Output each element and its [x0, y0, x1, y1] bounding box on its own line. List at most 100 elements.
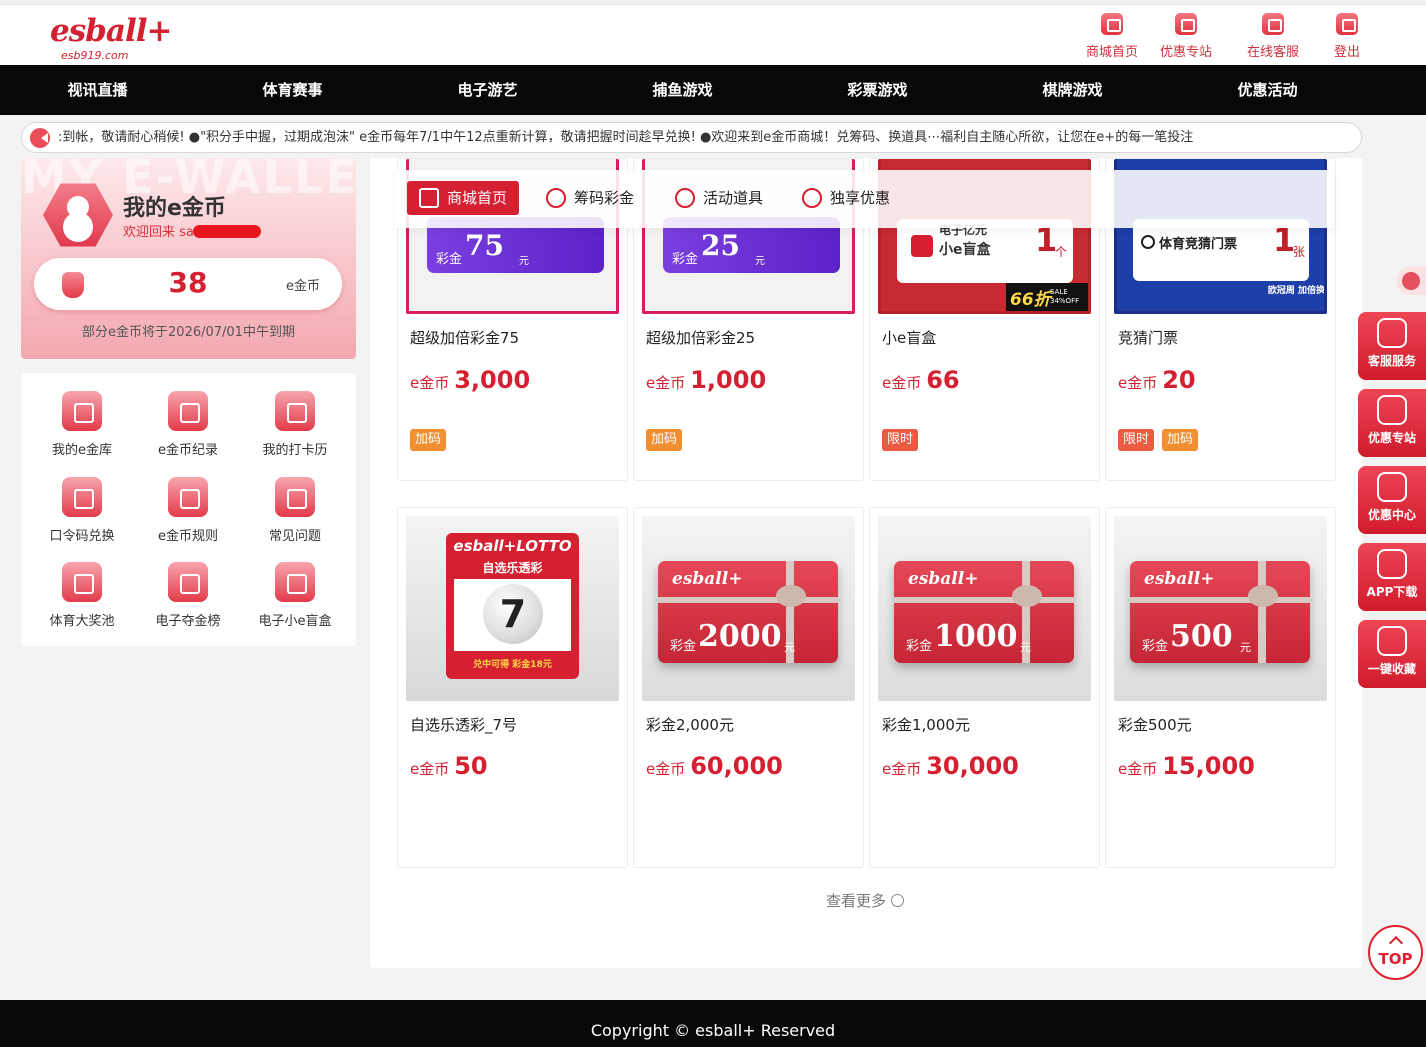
nav-home-label: 商城首页	[1086, 45, 1139, 60]
voucher-label: 彩金	[436, 252, 463, 267]
product-tags: 限时 加码	[1118, 429, 1199, 451]
bow-icon	[1248, 585, 1278, 607]
menu-checkin-calendar[interactable]: 我的打卡历	[241, 391, 349, 458]
menu-coin-rules[interactable]: e金币规则	[134, 477, 242, 544]
gift-card-graphic: esball+ 彩金 1000 元	[894, 561, 1074, 663]
product-tags: 加码	[646, 429, 683, 451]
menu-label: e金币规则	[158, 529, 218, 544]
nav-support-label: 在线客服	[1247, 45, 1300, 60]
voucher-label: 彩金	[672, 252, 699, 267]
gift-unit: 元	[784, 641, 795, 654]
main-nav-cards[interactable]: 棋牌游戏	[975, 65, 1170, 115]
nav-home[interactable]: 商城首页	[1086, 13, 1138, 60]
shop-tabs: 商城首页 筹码彩金 活动道具 独享优惠	[395, 170, 1335, 228]
tag-bonus: 加码	[646, 429, 683, 451]
qa-icon	[275, 477, 315, 517]
see-more-label: 查看更多	[826, 892, 887, 910]
tab-exclusive-offers[interactable]: 独享优惠	[790, 181, 902, 215]
vault-icon	[62, 391, 102, 431]
price-unit: e金币	[1118, 374, 1158, 392]
nav-logout[interactable]: 登出	[1334, 13, 1360, 60]
price-unit: e金币	[1118, 760, 1158, 778]
voucher-unit: 元	[519, 256, 529, 267]
balance-box: 38 e金币	[34, 258, 342, 310]
back-to-top-button[interactable]: TOP	[1368, 925, 1423, 980]
welcome-text: 欢迎回来 sa	[123, 225, 194, 240]
side-label: 客服服务	[1367, 354, 1416, 368]
side-promo-center[interactable]: 优惠中心	[1358, 466, 1426, 534]
side-label: 优惠专站	[1367, 431, 1416, 445]
diamond-icon	[675, 188, 695, 208]
menu-blind-box[interactable]: 电子小e盲盒	[241, 562, 349, 629]
product-name: 彩金500元	[1118, 716, 1192, 734]
menu-code-redeem[interactable]: 口令码兑换	[28, 477, 136, 544]
side-promo-station[interactable]: 优惠专站	[1358, 389, 1426, 457]
side-bookmark[interactable]: 一键收藏	[1358, 620, 1426, 688]
product-card[interactable]: esball+LOTTO 自选乐透彩 7 兑中可得 彩金18元 自选乐透彩_7号…	[397, 507, 628, 868]
ribbon	[894, 597, 1074, 603]
home-icon	[419, 188, 439, 208]
price-value: 50	[454, 752, 488, 780]
main-nav-sports[interactable]: 体育赛事	[195, 65, 390, 115]
main-nav-lottery[interactable]: 彩票游戏	[780, 65, 975, 115]
calendar-icon	[275, 391, 315, 431]
product-name: 超级加倍彩金75	[410, 329, 520, 347]
lotto-title: 自选乐透彩	[482, 561, 543, 575]
product-price: e金币 3,000	[410, 366, 530, 394]
tab-chip-bonus[interactable]: 筹码彩金	[534, 181, 646, 215]
nav-support[interactable]: 在线客服	[1247, 13, 1299, 60]
product-name: 竞猜门票	[1118, 329, 1179, 347]
price-unit: e金币	[882, 760, 922, 778]
menu-faq[interactable]: 常见问题	[241, 477, 349, 544]
bow-icon	[1012, 585, 1042, 607]
menu-label: 我的e金库	[52, 443, 112, 458]
lotto-ticket: esball+LOTTO 自选乐透彩 7 兑中可得 彩金18元	[446, 533, 579, 679]
price-unit: e金币	[410, 760, 450, 778]
main-nav-fishing[interactable]: 捕鱼游戏	[585, 65, 780, 115]
lotto-window: 7	[454, 579, 571, 651]
nav-promo[interactable]: 优惠专站	[1160, 13, 1212, 60]
side-label: 优惠中心	[1367, 508, 1416, 522]
product-tags: 加码	[410, 429, 447, 451]
price-unit: e金币	[646, 374, 686, 392]
main-nav-slots[interactable]: 电子游艺	[390, 65, 585, 115]
logo[interactable]: esball+ esb919.com	[50, 13, 172, 62]
sale-text: 66折	[1010, 290, 1051, 310]
gift-card-graphic: esball+ 彩金 2000 元	[658, 561, 838, 663]
menu-my-vault[interactable]: 我的e金库	[28, 391, 136, 458]
main-nav-live[interactable]: 视讯直播	[0, 65, 195, 115]
product-image: esball+ 彩金 2000 元	[642, 516, 855, 701]
product-price: e金币 15,000	[1118, 752, 1255, 780]
menu-slots-leaderboard[interactable]: 电子夺金榜	[134, 562, 242, 629]
ribbon	[1130, 597, 1310, 603]
product-price: e金币 50	[410, 752, 488, 780]
lotto-note: 兑中可得 彩金18元	[473, 660, 552, 670]
product-card[interactable]: esball+ 彩金 500 元 彩金500元 e金币 15,000	[1105, 507, 1336, 868]
product-name: 超级加倍彩金25	[646, 329, 756, 347]
language-switch-icon[interactable]	[1396, 267, 1426, 295]
menu-coin-records[interactable]: e金币纪录	[134, 391, 242, 458]
gift-value: 500	[1170, 619, 1233, 654]
side-customer-service[interactable]: 客服服务	[1358, 312, 1426, 380]
tab-event-items[interactable]: 活动道具	[663, 181, 775, 215]
price-unit: e金币	[882, 374, 922, 392]
home-icon	[1101, 13, 1123, 35]
blind-box-icon	[275, 562, 315, 602]
username-redaction	[193, 225, 261, 238]
blind-box-card: 电子亿元 小e盲盒 1 个	[897, 219, 1073, 283]
tag-bonus: 加码	[410, 429, 447, 451]
product-card[interactable]: esball+ 彩金 1000 元 彩金1,000元 e金币 30,000	[869, 507, 1100, 868]
see-more-link[interactable]: 查看更多	[826, 890, 904, 911]
product-card[interactable]: esball+ 彩金 2000 元 彩金2,000元 e金币 60,000	[633, 507, 864, 868]
product-price: e金币 60,000	[646, 752, 783, 780]
nav-promo-label: 优惠专站	[1160, 45, 1213, 60]
tab-shop-home[interactable]: 商城首页	[407, 181, 520, 215]
side-app-download[interactable]: APP下载	[1358, 543, 1426, 611]
top-bar: esball+ esb919.com 商城首页 优惠专站 在线客服 登出	[0, 4, 1426, 65]
menu-sports-jackpot[interactable]: 体育大奖池	[28, 562, 136, 629]
main-nav-promotions[interactable]: 优惠活动	[1170, 65, 1365, 115]
chat-icon	[1262, 13, 1284, 35]
gift-icon	[802, 188, 822, 208]
main-nav: 视讯直播 体育赛事 电子游艺 捕鱼游戏 彩票游戏 棋牌游戏 优惠活动	[0, 65, 1426, 115]
img-line1: 体育竞猜门票	[1159, 237, 1238, 252]
